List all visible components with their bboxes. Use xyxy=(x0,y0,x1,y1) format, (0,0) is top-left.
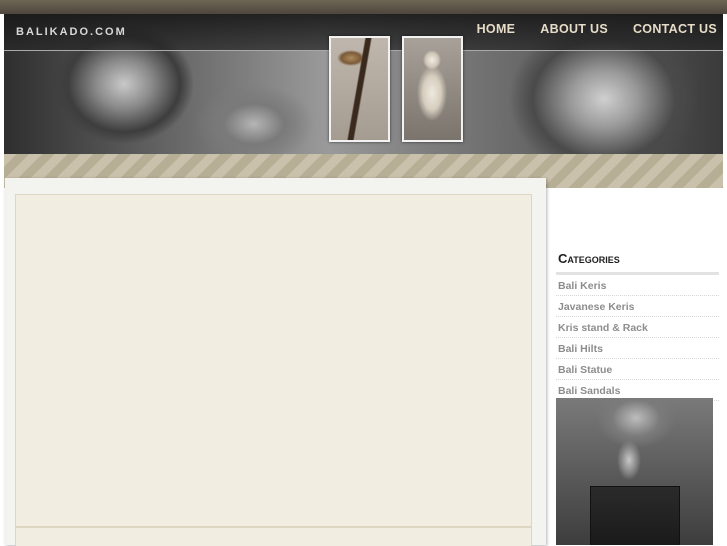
category-javanese-keris[interactable]: Javanese Keris xyxy=(556,296,719,317)
top-band xyxy=(0,0,727,14)
header-banner: BALIKADO.COM HOME ABOUT US CONTACT US xyxy=(4,14,723,188)
categories-heading: Categories xyxy=(556,248,719,275)
nav-home[interactable]: HOME xyxy=(477,22,516,36)
category-bali-keris[interactable]: Bali Keris xyxy=(556,275,719,296)
nav-contact-us[interactable]: CONTACT US xyxy=(633,22,717,36)
category-list: Bali Keris Javanese Keris Kris stand & R… xyxy=(556,275,719,401)
keris-photo xyxy=(329,36,390,142)
site-logo[interactable]: BALIKADO.COM xyxy=(16,26,127,38)
category-bali-hilts[interactable]: Bali Hilts xyxy=(556,338,719,359)
content-panel xyxy=(15,194,532,527)
statue-photo xyxy=(402,36,463,142)
category-kris-stand-rack[interactable]: Kris stand & Rack xyxy=(556,317,719,338)
statue-figure-image xyxy=(614,438,644,483)
content-footer xyxy=(15,527,532,546)
category-bali-statue[interactable]: Bali Statue xyxy=(556,359,719,380)
main-content xyxy=(5,178,546,546)
kris-stand-image xyxy=(590,486,680,545)
sidebar-photo[interactable] xyxy=(556,398,713,545)
main-nav: HOME ABOUT US CONTACT US xyxy=(477,22,717,36)
nav-about-us[interactable]: ABOUT US xyxy=(540,22,608,36)
sidebar: Categories Bali Keris Javanese Keris Kri… xyxy=(556,248,719,401)
